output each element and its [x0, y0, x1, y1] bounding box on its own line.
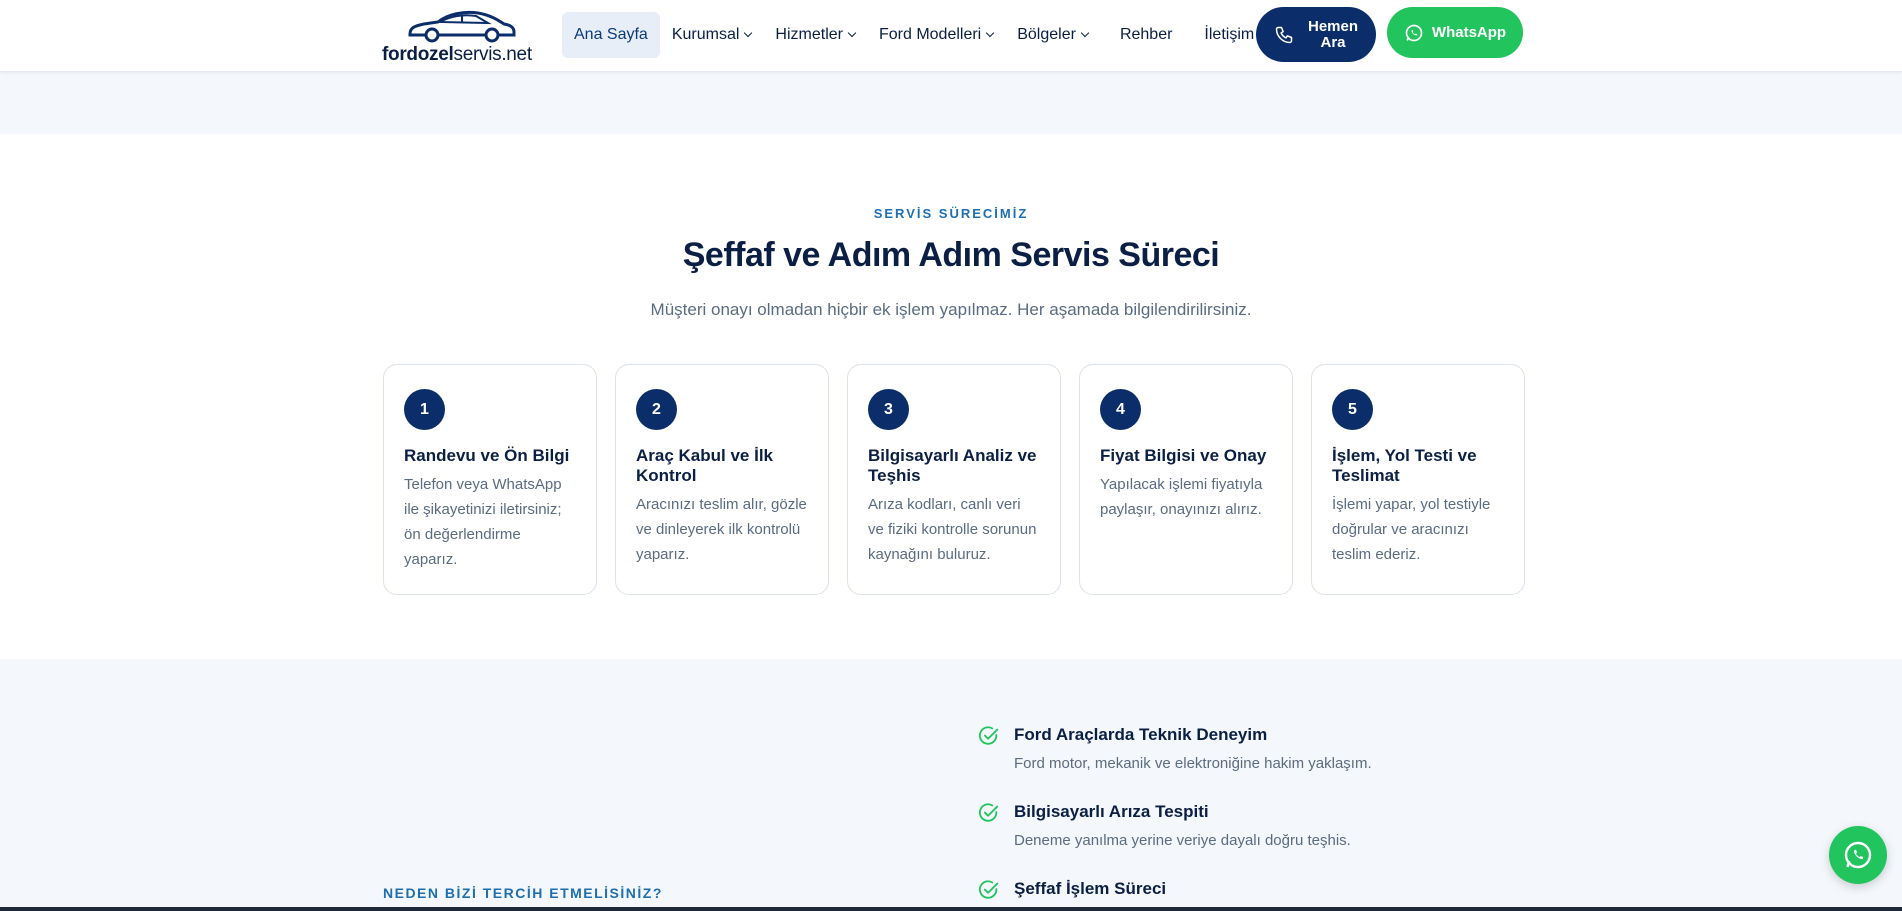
why-eyebrow: NEDEN BİZİ TERCİH ETMELİSİNİZ? [383, 885, 663, 901]
step-title: Fiyat Bilgisi ve Onay [1100, 446, 1267, 465]
step-description: Aracınızı teslim alır, gözle ve dinleyer… [636, 496, 807, 563]
step-title: Araç Kabul ve İlk Kontrol [636, 446, 774, 485]
whatsapp-label: WhatsApp [1431, 24, 1507, 41]
site-logo[interactable]: fordozelservis.net [382, 8, 542, 66]
window-bottom-edge [0, 907, 1902, 911]
section-subtitle: Müşteri onayı olmadan hiçbir ek işlem ya… [650, 300, 1252, 319]
feature-title: Bilgisayarlı Arıza Tespiti [1014, 802, 1209, 821]
why-choose-us-section: Ford Araçlarda Teknik Deneyim Ford motor… [0, 659, 1902, 911]
main-nav: Ana Sayfa Kurumsal Hizmetler Ford Modell… [562, 12, 1266, 58]
step-number-badge: 2 [636, 389, 677, 430]
top-band [0, 72, 1902, 134]
nav-item-ana-sayfa[interactable]: Ana Sayfa [562, 12, 660, 58]
section-title: Şeffaf ve Adım Adım Servis Süreci [682, 236, 1220, 274]
floating-whatsapp-button[interactable] [1829, 826, 1887, 884]
nav-item-bolgeler[interactable]: Bölgeler [1005, 12, 1100, 58]
chevron-down-icon [985, 28, 995, 38]
step-card: 1 Randevu ve Ön Bilgi Telefon veya Whats… [383, 364, 597, 595]
step-card: 2 Araç Kabul ve İlk Kontrol Aracınızı te… [615, 364, 829, 595]
feature-item: Bilgisayarlı Arıza Tespiti Deneme yanılm… [978, 802, 1351, 849]
step-card: 5 İşlem, Yol Testi ve Teslimat İşlemi ya… [1311, 364, 1525, 595]
feature-description: Deneme yanılma yerine veriye dayalı doğr… [1014, 832, 1351, 849]
step-title: Bilgisayarlı Analiz ve Teşhis [868, 446, 1037, 485]
call-label-line1: Hemen [1308, 17, 1359, 35]
site-header: fordozelservis.net Ana Sayfa Kurumsal Hi… [0, 0, 1902, 72]
step-number-badge: 4 [1100, 389, 1141, 430]
step-number-badge: 1 [404, 389, 445, 430]
feature-title: Ford Araçlarda Teknik Deneyim [1014, 725, 1268, 744]
car-logo-icon [408, 10, 516, 43]
whatsapp-icon [1844, 841, 1872, 869]
process-steps: 1 Randevu ve Ön Bilgi Telefon veya Whats… [383, 364, 1525, 595]
section-eyebrow: SERVİS SÜRECİMİZ [873, 206, 1029, 221]
nav-item-ford-modelleri[interactable]: Ford Modelleri [867, 12, 1005, 58]
feature-title: Şeffaf İşlem Süreci [1014, 879, 1167, 898]
step-description: Arıza kodları, canlı veri ve fiziki kont… [868, 496, 1037, 563]
whatsapp-button[interactable]: WhatsApp [1387, 7, 1523, 58]
nav-item-rehber[interactable]: Rehber [1100, 12, 1184, 58]
logo-text: fordozelservis.net [382, 44, 532, 65]
step-description: Telefon veya WhatsApp ile şikayetinizi i… [404, 476, 562, 568]
feature-item: Ford Araçlarda Teknik Deneyim Ford motor… [978, 725, 1372, 772]
phone-icon [1275, 26, 1293, 43]
chevron-down-icon [1080, 28, 1090, 38]
nav-item-kurumsal[interactable]: Kurumsal [660, 12, 764, 58]
step-card: 4 Fiyat Bilgisi ve Onay Yapılacak işlemi… [1079, 364, 1293, 595]
call-now-button[interactable]: Hemen Ara [1256, 7, 1376, 62]
nav-item-iletisim[interactable]: İletişim [1184, 12, 1266, 58]
chevron-down-icon [847, 28, 857, 38]
check-circle-icon [979, 880, 999, 899]
step-card: 3 Bilgisayarlı Analiz ve Teşhis Arıza ko… [847, 364, 1061, 595]
step-number-badge: 3 [868, 389, 909, 430]
feature-item: Şeffaf İşlem Süreci [978, 879, 1166, 901]
step-number-badge: 5 [1332, 389, 1373, 430]
step-description: Yapılacak işlemi fiyatıyla paylaşır, ona… [1100, 476, 1263, 518]
check-circle-icon [979, 803, 999, 822]
feature-description: Ford motor, mekanik ve elektroniğine hak… [1014, 755, 1372, 772]
nav-item-hizmetler[interactable]: Hizmetler [763, 12, 867, 58]
check-circle-icon [979, 726, 999, 745]
step-title: Randevu ve Ön Bilgi [404, 446, 570, 465]
service-process-section: SERVİS SÜRECİMİZ Şeffaf ve Adım Adım Ser… [0, 134, 1902, 659]
chevron-down-icon [744, 28, 753, 38]
call-label-line2: Ara [1320, 33, 1346, 51]
step-description: İşlemi yapar, yol testiyle doğrular ve a… [1332, 496, 1491, 563]
step-title: İşlem, Yol Testi ve Teslimat [1332, 446, 1477, 485]
whatsapp-icon [1405, 24, 1423, 41]
